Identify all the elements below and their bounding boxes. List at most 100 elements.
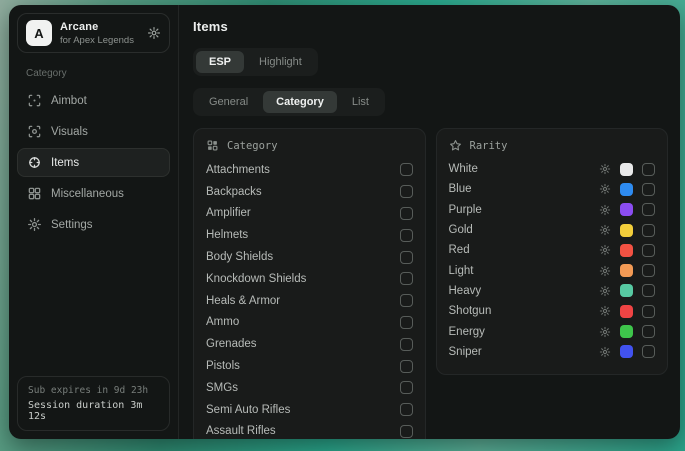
subscription-status-card: Sub expires in 9d 23h Session duration 3… bbox=[17, 376, 170, 431]
checkbox[interactable] bbox=[400, 425, 413, 438]
checkbox[interactable] bbox=[642, 203, 655, 216]
gear-icon[interactable] bbox=[599, 265, 611, 277]
sidebar-item-settings[interactable]: Settings bbox=[17, 210, 170, 239]
tab-general[interactable]: General bbox=[196, 91, 261, 113]
category-row-amplifier: Amplifier bbox=[206, 203, 413, 225]
category-row-label: Semi Auto Rifles bbox=[206, 404, 290, 416]
checkbox[interactable] bbox=[642, 183, 655, 196]
category-panel-title: Category bbox=[227, 140, 278, 152]
category-row-label: Amplifier bbox=[206, 207, 251, 219]
gear-icon[interactable] bbox=[599, 326, 611, 338]
sidebar-nav: Aimbot Visuals ItemsMiscellaneousSettings bbox=[17, 86, 170, 241]
tab-list[interactable]: List bbox=[339, 91, 382, 113]
category-row-ammo: Ammo bbox=[206, 312, 413, 334]
rarity-row-label: Sniper bbox=[449, 346, 600, 358]
rarity-row-label: Shotgun bbox=[449, 305, 600, 317]
crosshair-brackets-icon bbox=[27, 93, 42, 108]
checkbox[interactable] bbox=[642, 345, 655, 358]
gear-icon[interactable] bbox=[599, 305, 611, 317]
rarity-row-white: White bbox=[449, 159, 656, 179]
checkbox[interactable] bbox=[400, 294, 413, 307]
sidebar-item-aimbot[interactable]: Aimbot bbox=[17, 86, 170, 115]
gear-icon bbox=[27, 217, 42, 232]
color-swatch[interactable] bbox=[620, 183, 633, 196]
category-row-knockdown-shields: Knockdown Shields bbox=[206, 268, 413, 290]
rarity-row-heavy: Heavy bbox=[449, 281, 656, 301]
rarity-row-label: Energy bbox=[449, 326, 600, 338]
gear-icon[interactable] bbox=[599, 244, 611, 256]
rarity-row-red: Red bbox=[449, 240, 656, 260]
brand-text: Arcane for Apex Legends bbox=[60, 21, 134, 46]
category-row-label: Knockdown Shields bbox=[206, 273, 306, 285]
color-swatch[interactable] bbox=[620, 244, 633, 257]
layout-grid-icon bbox=[27, 186, 42, 201]
scan-eye-icon bbox=[27, 124, 42, 139]
checkbox[interactable] bbox=[400, 207, 413, 220]
sidebar-item-visuals[interactable]: Visuals bbox=[17, 117, 170, 146]
brand-card: A Arcane for Apex Legends bbox=[17, 13, 170, 53]
color-swatch[interactable] bbox=[620, 224, 633, 237]
checkbox[interactable] bbox=[400, 251, 413, 264]
checkbox[interactable] bbox=[400, 360, 413, 373]
color-swatch[interactable] bbox=[620, 345, 633, 358]
rarity-row-label: Purple bbox=[449, 204, 600, 216]
checkbox[interactable] bbox=[642, 305, 655, 318]
target-icon bbox=[27, 155, 42, 170]
gear-icon[interactable] bbox=[147, 26, 161, 40]
desktop-backdrop: A Arcane for Apex Legends Category Aimbo… bbox=[0, 0, 685, 451]
sub-expires-text: Sub expires in 9d 23h bbox=[28, 385, 159, 396]
checkbox[interactable] bbox=[642, 224, 655, 237]
gear-icon[interactable] bbox=[599, 224, 611, 236]
gear-icon[interactable] bbox=[599, 285, 611, 297]
color-swatch[interactable] bbox=[620, 264, 633, 277]
app-logo: A bbox=[26, 20, 52, 46]
checkbox[interactable] bbox=[642, 264, 655, 277]
checkbox[interactable] bbox=[642, 284, 655, 297]
checkbox[interactable] bbox=[400, 163, 413, 176]
gear-icon[interactable] bbox=[599, 346, 611, 358]
mode-toggle: ESPHighlight bbox=[193, 48, 318, 76]
rarity-row-label: White bbox=[449, 163, 600, 175]
view-tabs: GeneralCategoryList bbox=[193, 88, 385, 116]
category-row-label: SMGs bbox=[206, 382, 238, 394]
rarity-row-label: Light bbox=[449, 265, 600, 277]
checkbox[interactable] bbox=[400, 272, 413, 285]
panels-row: Category AttachmentsBackpacksAmplifierHe… bbox=[193, 128, 668, 439]
category-row-backpacks: Backpacks bbox=[206, 181, 413, 203]
checkbox[interactable] bbox=[400, 403, 413, 416]
rarity-row-gold: Gold bbox=[449, 220, 656, 240]
gear-icon[interactable] bbox=[599, 163, 611, 175]
category-row-label: Ammo bbox=[206, 316, 239, 328]
rarity-row-label: Heavy bbox=[449, 285, 600, 297]
checkbox[interactable] bbox=[400, 185, 413, 198]
mode-highlight[interactable]: Highlight bbox=[246, 51, 315, 73]
color-swatch[interactable] bbox=[620, 163, 633, 176]
checkbox[interactable] bbox=[400, 229, 413, 242]
category-row-label: Helmets bbox=[206, 229, 248, 241]
rarity-row-label: Red bbox=[449, 244, 600, 256]
checkbox[interactable] bbox=[642, 163, 655, 176]
star-icon bbox=[449, 139, 462, 152]
sidebar-item-miscellaneous[interactable]: Miscellaneous bbox=[17, 179, 170, 208]
category-row-assault-rifles: Assault Rifles bbox=[206, 421, 413, 439]
category-row-helmets: Helmets bbox=[206, 224, 413, 246]
checkbox[interactable] bbox=[642, 325, 655, 338]
rarity-row-energy: Energy bbox=[449, 321, 656, 341]
checkbox[interactable] bbox=[400, 338, 413, 351]
sidebar-item-label: Visuals bbox=[51, 126, 88, 138]
category-row-label: Backpacks bbox=[206, 186, 262, 198]
checkbox[interactable] bbox=[642, 244, 655, 257]
checkbox[interactable] bbox=[400, 316, 413, 329]
checkbox[interactable] bbox=[400, 381, 413, 394]
color-swatch[interactable] bbox=[620, 284, 633, 297]
color-swatch[interactable] bbox=[620, 203, 633, 216]
gear-icon[interactable] bbox=[599, 204, 611, 216]
color-swatch[interactable] bbox=[620, 305, 633, 318]
tab-category[interactable]: Category bbox=[263, 91, 337, 113]
sidebar-item-items[interactable]: Items bbox=[17, 148, 170, 177]
category-row-label: Pistols bbox=[206, 360, 240, 372]
rarity-row-label: Blue bbox=[449, 183, 600, 195]
gear-icon[interactable] bbox=[599, 183, 611, 195]
color-swatch[interactable] bbox=[620, 325, 633, 338]
mode-esp[interactable]: ESP bbox=[196, 51, 244, 73]
